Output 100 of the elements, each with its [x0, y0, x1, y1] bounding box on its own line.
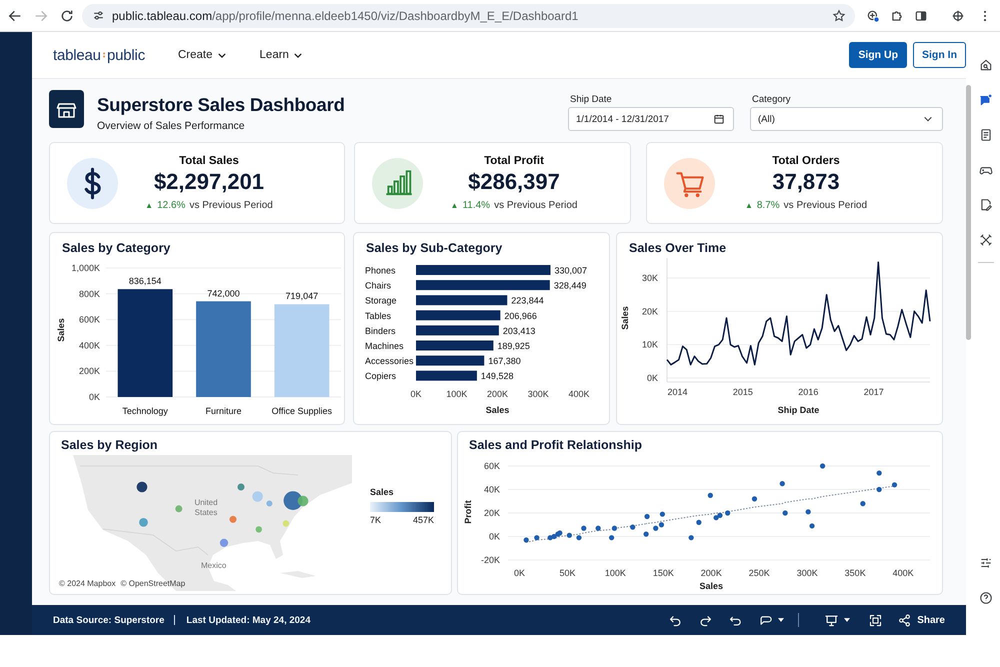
kpi-title: Total Sales: [179, 154, 239, 168]
axis-tick-label: 0K: [514, 568, 526, 578]
data-label: 742,000: [207, 288, 240, 298]
kpi-value: $286,397: [468, 169, 560, 195]
axis-title: Sales: [486, 405, 510, 415]
data-label: 149,528: [480, 371, 514, 382]
axis-tick-label: 10K: [642, 340, 658, 350]
scatter-point: [660, 512, 666, 517]
axis-tick-label: Tables: [365, 310, 392, 321]
star-icon[interactable]: [832, 8, 846, 22]
trend-arrow: ▲: [450, 200, 458, 212]
kpi-value: 37,873: [772, 169, 840, 195]
scatter-point: [725, 510, 730, 516]
scatter-point: [782, 510, 788, 516]
data-label: 836,154: [128, 276, 162, 286]
cart-icon: [664, 158, 715, 208]
axis-tick-label: 200K: [700, 568, 722, 578]
dollar-icon: [67, 158, 118, 208]
axis-title: Sales: [700, 581, 724, 591]
share-button[interactable]: Share: [898, 614, 945, 626]
presentation-icon[interactable]: [824, 612, 840, 628]
axis-tick-label: 0K: [88, 392, 100, 402]
data-label: 223,844: [511, 296, 544, 306]
home-search-icon[interactable]: [979, 58, 993, 72]
axis-tick-label: 2017: [864, 387, 884, 397]
axis-tick-label: 2014: [667, 387, 688, 397]
category-dropdown[interactable]: (All): [750, 107, 943, 131]
axis-tick-label: 300K: [796, 568, 818, 578]
sliders-icon[interactable]: [979, 556, 993, 570]
sidebar-icon[interactable]: [914, 8, 928, 22]
axis-tick-label: 40K: [484, 484, 500, 494]
axis-tick-label: 150K: [652, 568, 674, 578]
address-field[interactable]: public.tableau.com/app/profile/menna.eldeeb1450/viz/DashboardbyM_E_E/Dashboard1: [82, 4, 855, 28]
axis-tick-label: 50K: [559, 568, 576, 578]
axis-tick-label: 30K: [642, 273, 658, 283]
chart-title: Sales by Category: [61, 240, 172, 257]
document-icon[interactable]: [979, 128, 993, 142]
kpi-comparison: vs Previous Period: [784, 200, 868, 212]
axis-tick-label: Technology: [122, 406, 168, 416]
axis-tick-label: 400K: [568, 389, 590, 399]
nav-menu-button[interactable]: Learn: [260, 46, 302, 64]
puzzle-icon[interactable]: [890, 8, 904, 22]
crosshair-icon[interactable]: [951, 8, 965, 22]
logo-text[interactable]: public: [107, 46, 145, 64]
data-label: 719,047: [286, 291, 318, 302]
legend-gradient-icon: [370, 502, 434, 512]
bar: [416, 356, 484, 366]
legend-min-label: 7K: [370, 515, 382, 525]
scatter-point: [524, 537, 529, 543]
sign-in-button[interactable]: Sign In: [913, 42, 966, 68]
axis-tick-label: 300K: [528, 389, 549, 399]
axis-tick-label: 20K: [642, 306, 658, 316]
bar: [416, 370, 477, 381]
reload-icon[interactable]: [59, 8, 75, 24]
nav-menu-button[interactable]: Create: [178, 46, 226, 64]
scatter-point: [576, 535, 582, 540]
legend-title: Sales: [370, 486, 395, 498]
chevron-down-icon: [294, 52, 302, 58]
scatter-point: [596, 526, 601, 531]
chat-icon[interactable]: [979, 93, 993, 107]
edit-document-icon[interactable]: [979, 198, 993, 212]
fullscreen-icon[interactable]: [868, 612, 884, 628]
axis-tick-label: 400K: [892, 568, 914, 578]
scatter-point: [696, 520, 702, 525]
axis-title: Sales: [620, 306, 630, 330]
logo-text[interactable]: tableau: [53, 46, 101, 64]
calendar-icon: [714, 114, 724, 124]
scatter-point: [809, 523, 815, 529]
site-info-icon[interactable]: [92, 9, 105, 22]
caret-icon[interactable]: [778, 618, 784, 622]
kpi-comparison: vs Previous Period: [189, 200, 273, 212]
logo-mark-icon: [102, 50, 106, 60]
chart-title: Sales Over Time: [628, 240, 728, 257]
axis-tick-label: Furniture: [206, 406, 242, 416]
caret-icon[interactable]: [844, 618, 850, 622]
data-label: 328,449: [554, 280, 586, 291]
kpi-change: 12.6%: [157, 200, 186, 212]
dashboard-title: Superstore Sales Dashboard: [97, 93, 345, 117]
chart-title: Sales by Region: [60, 437, 159, 454]
tools-icon[interactable]: [979, 233, 993, 247]
axis-tick-label: 250K: [748, 568, 770, 578]
date-range-field[interactable]: 1/1/2014 - 12/31/2017: [568, 107, 734, 131]
axis-tick-label: Chairs: [365, 280, 392, 291]
scrollbar-thumb[interactable]: [966, 85, 971, 340]
trend-arrow: ▲: [744, 200, 753, 212]
scatter-point: [860, 501, 866, 506]
scatter-point: [608, 535, 614, 540]
help-icon[interactable]: [979, 591, 993, 605]
scatter-point: [566, 532, 572, 538]
scatter-point: [630, 524, 636, 530]
share-icon: [898, 614, 912, 626]
scatter-point: [780, 481, 785, 486]
axis-tick-label: Storage: [365, 296, 397, 306]
map-label: United States: [193, 498, 219, 518]
sign-up-button[interactable]: Sign Up: [849, 42, 907, 68]
scatter-point: [752, 496, 758, 502]
axis-tick-label: 60K: [484, 461, 500, 471]
kpi-value: $2,297,201: [154, 169, 264, 195]
extension-icon[interactable]: [866, 8, 880, 22]
data-label: 206,966: [504, 310, 537, 321]
